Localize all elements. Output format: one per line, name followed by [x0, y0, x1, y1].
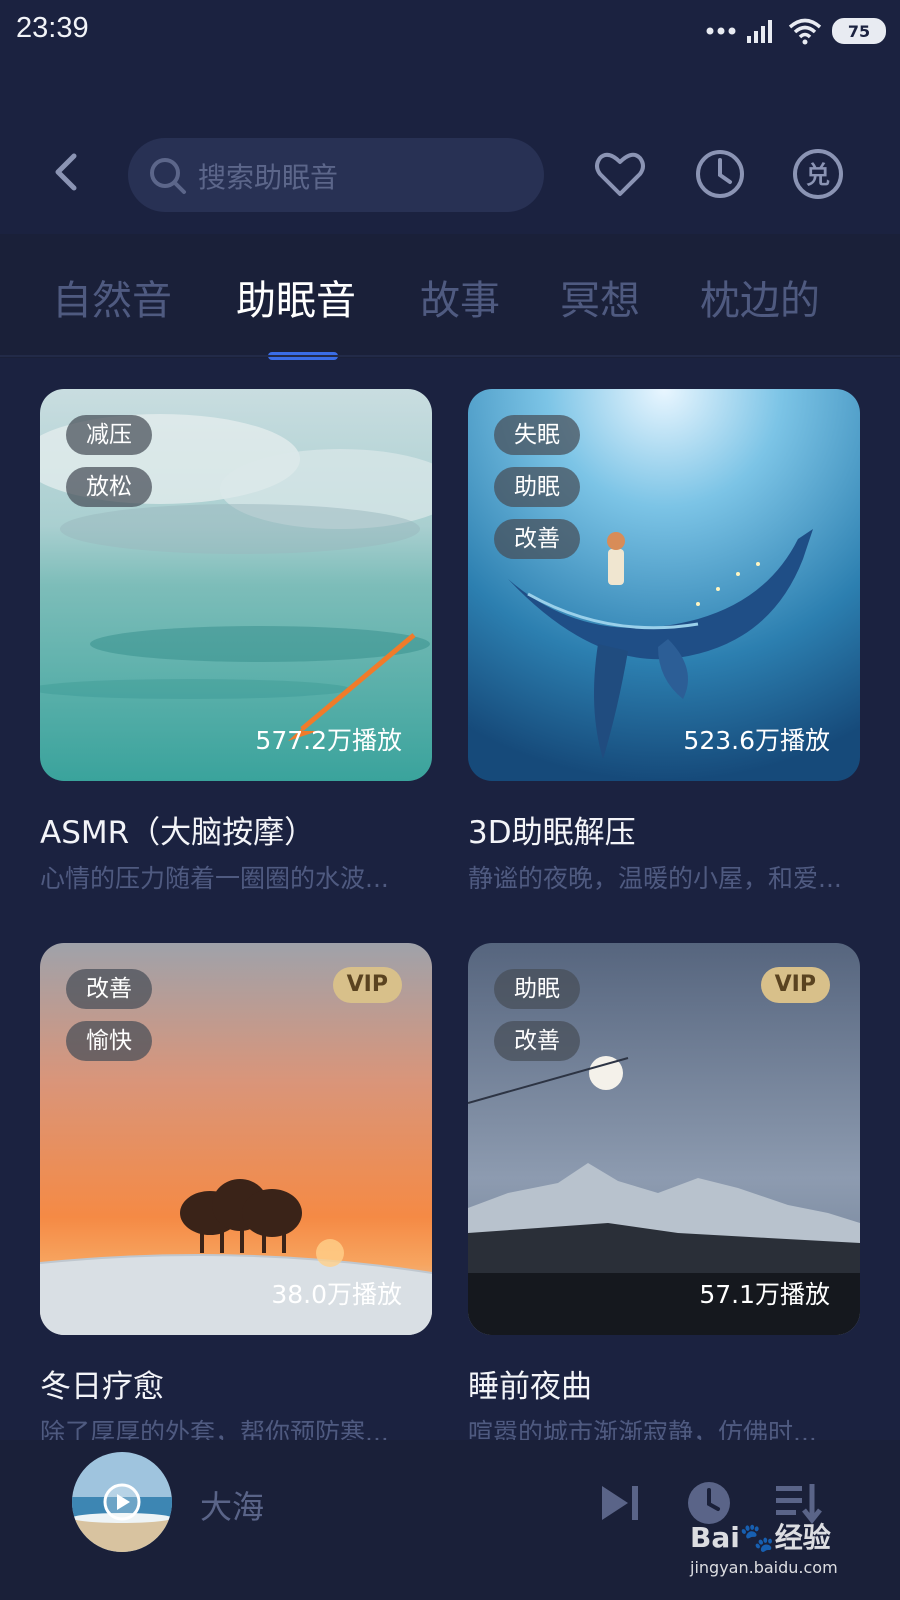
now-playing-title: 大海	[200, 1488, 265, 1526]
card-title: 3D助眠解压	[468, 815, 636, 851]
tab-nature-sound[interactable]: 自然音	[52, 268, 172, 326]
card-description: 静谧的夜晚，温暖的小屋，和爱...	[468, 864, 842, 893]
tag: 助眠	[494, 969, 580, 1009]
play-count: 38.0万播放	[271, 1280, 402, 1309]
next-track-icon[interactable]	[596, 1478, 646, 1528]
tabs-fade	[810, 234, 900, 358]
card-title: ASMR（大脑按摩）	[40, 815, 316, 851]
tag: 改善	[494, 1021, 580, 1061]
card-description: 心情的压力随着一圈圈的水波...	[40, 864, 389, 893]
card-thumbnail[interactable]: 改善 愉快 VIP 38.0万播放	[40, 943, 432, 1335]
card-thumbnail[interactable]: 减压 放松 577.2万播放	[40, 389, 432, 781]
divider	[0, 355, 900, 357]
status-bar: 23:39 75	[0, 0, 900, 62]
top-bar: 搜索助眠音 兑	[0, 128, 900, 224]
play-count: 577.2万播放	[255, 726, 402, 755]
beach-cover-image	[72, 1452, 172, 1552]
search-input[interactable]: 搜索助眠音	[128, 138, 544, 212]
play-count: 523.6万播放	[683, 726, 830, 755]
mini-player: 大海 Bai🐾经验 jingyan.baidu.com	[0, 1440, 900, 1600]
vip-badge: VIP	[332, 967, 402, 1003]
category-tabs: 自然音 助眠音 故事 冥想 枕边的	[0, 234, 900, 360]
card-thumbnail[interactable]: 失眠 助眠 改善 523.6万播放	[468, 389, 860, 781]
card-thumbnail[interactable]: 助眠 改善 VIP 57.1万播放	[468, 943, 860, 1335]
status-icons: 75	[706, 14, 886, 48]
back-arrow-icon[interactable]	[44, 148, 92, 196]
tag: 改善	[66, 969, 152, 1009]
watermark: Bai🐾经验 jingyan.baidu.com	[690, 1516, 838, 1577]
wifi-icon	[788, 18, 822, 45]
tag: 改善	[494, 519, 580, 559]
watermark-url: jingyan.baidu.com	[690, 1558, 838, 1577]
redeem-icon[interactable]: 兑	[790, 146, 846, 202]
search-icon	[150, 158, 186, 194]
paw-icon: 🐾	[739, 1521, 775, 1554]
tag: 减压	[66, 415, 152, 455]
tag: 助眠	[494, 467, 580, 507]
vip-badge: VIP	[760, 967, 830, 1003]
tab-meditation[interactable]: 冥想	[560, 268, 640, 326]
search-placeholder: 搜索助眠音	[198, 161, 339, 194]
tag: 失眠	[494, 415, 580, 455]
tab-bedside[interactable]: 枕边的	[700, 268, 820, 326]
play-count: 57.1万播放	[699, 1280, 830, 1309]
battery-indicator: 75	[832, 18, 886, 44]
heart-icon[interactable]	[592, 146, 648, 202]
more-dots-icon	[706, 27, 736, 35]
tab-story[interactable]: 故事	[420, 268, 500, 326]
battery-level: 75	[847, 21, 871, 41]
tab-sleep-sound[interactable]: 助眠音	[236, 268, 356, 326]
now-playing-cover[interactable]	[72, 1452, 172, 1552]
status-time: 23:39	[16, 12, 89, 44]
watermark-brand2: 经验	[774, 1521, 831, 1554]
svg-text:兑: 兑	[806, 161, 830, 189]
watermark-brand: Bai	[690, 1521, 740, 1554]
clock-icon[interactable]	[692, 146, 748, 202]
tag: 放松	[66, 467, 152, 507]
card-title: 睡前夜曲	[468, 1369, 592, 1405]
tag: 愉快	[66, 1021, 152, 1061]
card-title: 冬日疗愈	[40, 1369, 164, 1405]
signal-icon	[747, 20, 772, 43]
